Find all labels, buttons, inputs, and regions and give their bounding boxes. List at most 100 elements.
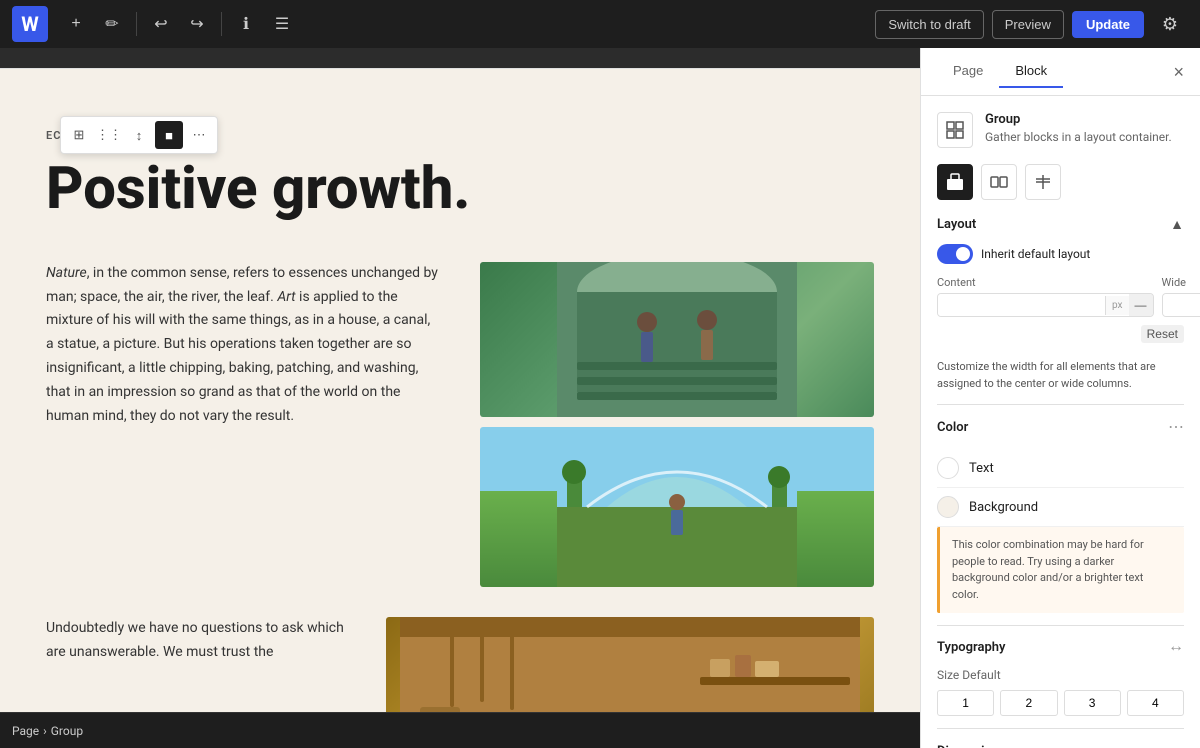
- wide-width-field-row: px ■: [1162, 293, 1200, 317]
- content-width-unit: px: [1105, 296, 1129, 315]
- tools-button[interactable]: ✏: [96, 8, 128, 40]
- dimensions-section-title: Dimensions: [937, 744, 1006, 748]
- layout-hint-text: Customize the width for all elements tha…: [937, 359, 1184, 392]
- breadcrumb-group[interactable]: Group: [51, 724, 83, 738]
- undo-button[interactable]: ↩: [145, 8, 177, 40]
- block-toolbar-group[interactable]: ⊞: [65, 121, 93, 149]
- size-btn-4[interactable]: 4: [1127, 690, 1184, 716]
- sidebar-tabs: Page Block: [937, 55, 1063, 88]
- editor-area: ⊞ ⋮⋮ ↕ ■ ⋯ ECOSYSTEM Positive growth. Na…: [0, 48, 920, 748]
- images-column: [480, 262, 874, 587]
- dimensions-section-header: Dimensions ⋯: [937, 741, 1184, 748]
- switch-draft-button[interactable]: Switch to draft: [875, 10, 983, 39]
- main-heading: Positive growth.: [46, 158, 874, 222]
- divider-2: [937, 625, 1184, 626]
- text-color-label: Text: [969, 461, 994, 476]
- style-icons: [937, 164, 1184, 200]
- size-btn-1[interactable]: 1: [937, 690, 994, 716]
- layout-section-header: Layout ▲: [937, 216, 1184, 232]
- dimensions-options-btn[interactable]: ⋯: [1168, 741, 1184, 748]
- content-width-label: Content: [937, 276, 1154, 289]
- block-text: Group Gather blocks in a layout containe…: [985, 112, 1172, 146]
- main-area: ⊞ ⋮⋮ ↕ ■ ⋯ ECOSYSTEM Positive growth. Na…: [0, 48, 1200, 748]
- block-info: Group Gather blocks in a layout containe…: [937, 112, 1184, 148]
- farm-workers-image: [480, 262, 874, 417]
- sidebar-content: Group Gather blocks in a layout containe…: [921, 96, 1200, 748]
- text-color-row[interactable]: Text: [937, 449, 1184, 488]
- content-width-field-row: px —: [937, 293, 1154, 317]
- preview-button[interactable]: Preview: [992, 10, 1064, 39]
- toolbar-divider-2: [221, 12, 222, 36]
- wide-width-group: Wide px ■: [1162, 276, 1200, 317]
- background-color-row[interactable]: Background: [937, 488, 1184, 527]
- breadcrumb-bar: Page › Group: [0, 712, 920, 748]
- size-btn-3[interactable]: 3: [1064, 690, 1121, 716]
- wp-logo[interactable]: W: [12, 6, 48, 42]
- add-block-button[interactable]: +: [60, 8, 92, 40]
- settings-button[interactable]: ⚙: [1152, 6, 1188, 42]
- breadcrumb-page[interactable]: Page: [12, 724, 39, 738]
- block-toolbar: ⊞ ⋮⋮ ↕ ■ ⋯: [60, 116, 218, 154]
- tab-block[interactable]: Block: [999, 55, 1063, 88]
- toolbar-divider-1: [136, 12, 137, 36]
- style-icon-group[interactable]: [937, 164, 973, 200]
- color-section: Color ⋯ Text Background This color combi…: [937, 417, 1184, 613]
- style-icon-row[interactable]: [981, 164, 1017, 200]
- breadcrumb-separator: ›: [43, 724, 47, 738]
- color-warning-box: This color combination may be hard for p…: [937, 527, 1184, 613]
- update-button[interactable]: Update: [1072, 11, 1144, 38]
- style-icon-stack[interactable]: [1025, 164, 1061, 200]
- sidebar-header: Page Block ×: [921, 48, 1200, 96]
- size-btn-2[interactable]: 2: [1000, 690, 1057, 716]
- typography-section: Typography ↔ Size Default 1 2 3 4: [937, 638, 1184, 716]
- typography-section-header: Typography ↔: [937, 638, 1184, 656]
- list-view-button[interactable]: ☰: [266, 8, 298, 40]
- text-color-swatch[interactable]: [937, 457, 959, 479]
- inherit-layout-toggle[interactable]: [937, 244, 973, 264]
- block-title: Group: [985, 112, 1172, 127]
- typography-section-title: Typography: [937, 640, 1006, 655]
- block-toolbar-more[interactable]: ⋯: [185, 121, 213, 149]
- divider-3: [937, 728, 1184, 729]
- info-button[interactable]: ℹ: [230, 8, 262, 40]
- divider-1: [937, 404, 1184, 405]
- wide-width-label: Wide: [1162, 276, 1200, 289]
- block-toolbar-drag[interactable]: ⋮⋮: [95, 121, 123, 149]
- background-color-swatch[interactable]: [937, 496, 959, 518]
- greenhouse-small-image: [480, 427, 874, 587]
- tab-page[interactable]: Page: [937, 55, 999, 88]
- top-bar: W + ✏ ↩ ↪ ℹ ☰ Switch to draft Preview Up…: [0, 0, 1200, 48]
- toolbar-right: Switch to draft Preview Update ⚙: [875, 6, 1188, 42]
- sidebar-close-button[interactable]: ×: [1173, 63, 1184, 81]
- layout-section-title: Layout: [937, 217, 976, 232]
- content-width-input[interactable]: [938, 294, 1105, 316]
- block-desc: Gather blocks in a layout container.: [985, 129, 1172, 146]
- layout-toggle-btn[interactable]: ▲: [1170, 216, 1184, 232]
- page-canvas: ECOSYSTEM Positive growth. Nature, in th…: [0, 68, 920, 748]
- color-section-header: Color ⋯: [937, 417, 1184, 437]
- toolbar-left: W + ✏ ↩ ↪ ℹ ☰: [12, 6, 298, 42]
- size-default-label: Size Default: [937, 668, 1001, 682]
- color-section-title: Color: [937, 420, 968, 435]
- dimensions-section: Dimensions ⋯ Padding: [937, 741, 1184, 748]
- inherit-layout-row: Inherit default layout: [937, 244, 1184, 264]
- layout-section: Layout ▲ Inherit default layout Content …: [937, 216, 1184, 392]
- block-toolbar-active[interactable]: ■: [155, 121, 183, 149]
- width-inputs-row: Content px — Wide px ■: [937, 276, 1184, 317]
- background-color-label: Background: [969, 500, 1038, 515]
- body-text: Nature, in the common sense, refers to e…: [46, 262, 440, 587]
- block-toolbar-move[interactable]: ↕: [125, 121, 153, 149]
- content-link-btn[interactable]: —: [1129, 294, 1153, 316]
- wide-width-input[interactable]: [1163, 294, 1200, 316]
- color-options-btn[interactable]: ⋯: [1168, 417, 1184, 437]
- typography-options-btn[interactable]: ↔: [1168, 638, 1184, 656]
- reset-button[interactable]: Reset: [1141, 325, 1184, 343]
- block-icon: [937, 112, 973, 148]
- content-width-group: Content px —: [937, 276, 1154, 317]
- editor-wrapper: ECOSYSTEM Positive growth. Nature, in th…: [0, 68, 920, 748]
- right-sidebar: Page Block × Group Gather b: [920, 48, 1200, 748]
- content-grid: Nature, in the common sense, refers to e…: [46, 262, 874, 587]
- redo-button[interactable]: ↪: [181, 8, 213, 40]
- inherit-layout-label: Inherit default layout: [981, 247, 1090, 261]
- font-size-buttons: 1 2 3 4: [937, 690, 1184, 716]
